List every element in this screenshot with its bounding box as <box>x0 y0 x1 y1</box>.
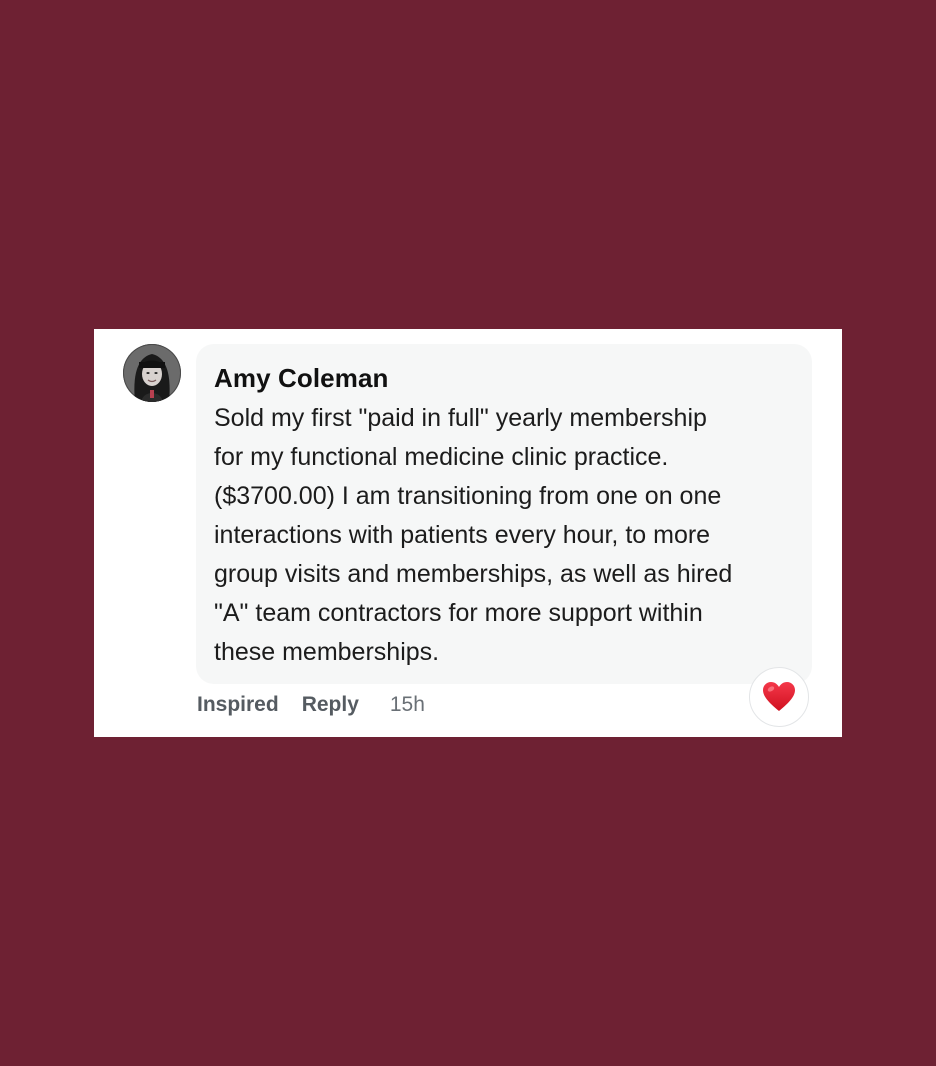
timestamp: 15h <box>389 693 425 716</box>
avatar-photo-icon <box>123 344 181 402</box>
reply-button[interactable]: Reply <box>302 693 359 717</box>
comment-actions: Inspired Reply 15h <box>197 690 425 720</box>
comment-bubble: Amy Coleman Sold my first "paid in full"… <box>196 344 812 684</box>
avatar[interactable] <box>123 344 181 402</box>
comment-text: Sold my first "paid in full" yearly memb… <box>214 404 733 666</box>
inspired-button[interactable]: Inspired <box>197 693 279 717</box>
comment-card: Amy Coleman Sold my first "paid in full"… <box>94 329 842 737</box>
author-name[interactable]: Amy Coleman <box>214 363 388 394</box>
heart-icon <box>763 682 795 711</box>
reaction-button[interactable] <box>749 667 809 727</box>
